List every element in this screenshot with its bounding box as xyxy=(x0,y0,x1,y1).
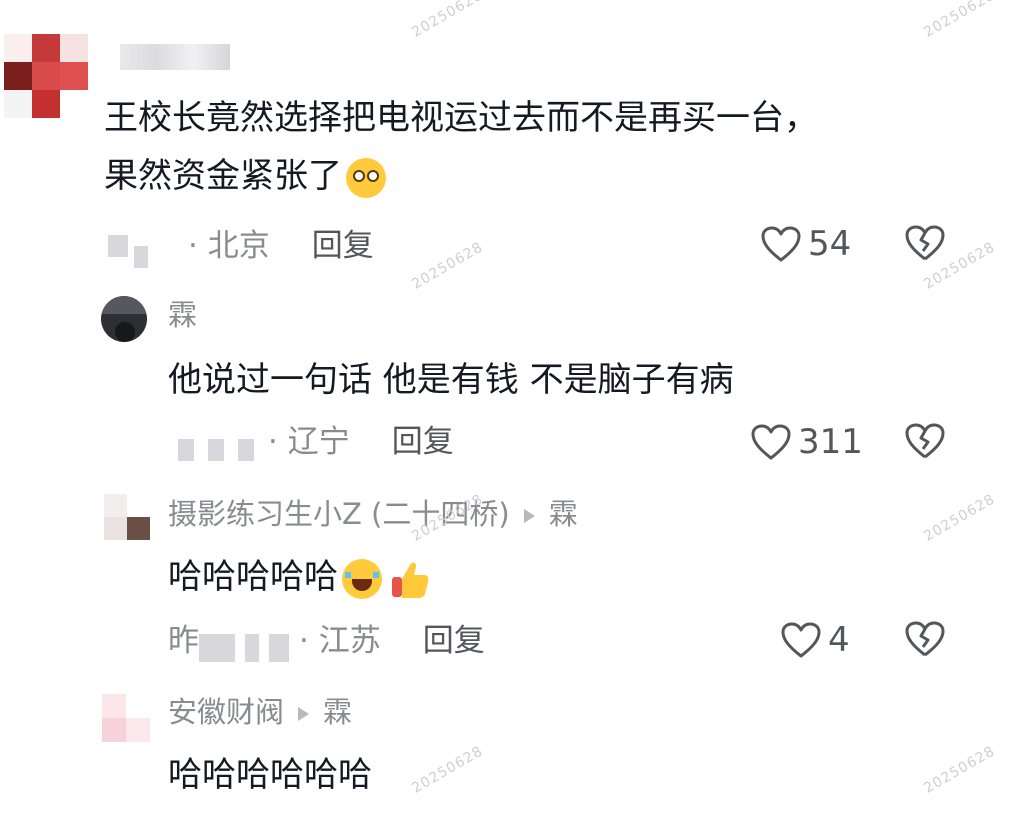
reply-arrow-icon xyxy=(523,509,535,523)
rolling-eyes-emoji-icon xyxy=(346,157,386,198)
reply-button[interactable]: 回复 xyxy=(392,422,454,462)
dislike-broken-heart-icon[interactable] xyxy=(904,422,946,460)
comment-meta: 昨 · 江苏 回复 xyxy=(168,620,485,662)
avatar[interactable] xyxy=(101,296,147,342)
reply-button[interactable]: 回复 xyxy=(423,621,485,661)
watermark: 20250628 xyxy=(921,0,998,41)
location-label: · 江苏 xyxy=(299,623,381,659)
reply-arrow-icon xyxy=(298,707,310,721)
username-row: 摄影练习生小Z (二十四桥) 霖 xyxy=(168,496,578,532)
comment-meta: · 辽宁 回复 xyxy=(178,422,454,462)
watermark: 20250628 xyxy=(409,239,486,293)
watermark: 20250628 xyxy=(921,743,998,797)
watermark: 20250628 xyxy=(409,0,486,41)
username-row: 安徽财阀 霖 xyxy=(168,694,352,730)
comment-text-line-2: 果然资金紧张了 xyxy=(104,147,818,205)
watermark: 20250628 xyxy=(921,491,998,545)
watermark: 20250628 xyxy=(409,743,486,797)
username[interactable]: 安徽财阀 xyxy=(168,695,284,729)
comment-text-content: 哈哈哈哈哈 xyxy=(168,557,338,597)
dislike-broken-heart-icon[interactable] xyxy=(904,224,946,262)
comment-meta: · 北京 回复 xyxy=(108,224,374,268)
comment-text: 王校长竟然选择把电视运过去而不是再买一台， 果然资金紧张了 xyxy=(104,89,818,205)
timestamp-blurred xyxy=(178,439,194,461)
heart-icon xyxy=(761,226,801,262)
timestamp-blurred-2 xyxy=(208,439,224,461)
reply-button[interactable]: 回复 xyxy=(312,226,374,266)
timestamp-prefix: 昨 xyxy=(168,623,199,659)
like-button[interactable]: 311 xyxy=(750,422,863,462)
like-count: 311 xyxy=(798,422,863,462)
thumbs-up-icon xyxy=(392,562,429,598)
comment-text-line-2-text: 果然资金紧张了 xyxy=(104,156,342,196)
timestamp-blurred-3 xyxy=(269,634,289,662)
timestamp-blurred-2 xyxy=(134,246,148,268)
like-button[interactable]: 4 xyxy=(780,620,850,660)
timestamp-blurred-2 xyxy=(245,634,259,662)
timestamp-blurred-3 xyxy=(238,439,254,461)
comment-text: 哈哈哈哈哈 xyxy=(168,548,432,606)
heart-icon xyxy=(751,424,791,460)
avatar[interactable] xyxy=(102,694,150,742)
avatar[interactable] xyxy=(104,494,150,540)
comment-text-line-1: 王校长竟然选择把电视运过去而不是再买一台， xyxy=(104,98,818,138)
heart-icon xyxy=(781,622,821,658)
username[interactable]: 霖 xyxy=(168,297,197,333)
like-count: 4 xyxy=(828,620,850,660)
reply-to-username[interactable]: 霖 xyxy=(549,497,578,531)
username-blurred[interactable] xyxy=(120,44,230,70)
location-label: · 辽宁 xyxy=(268,424,350,460)
comment-text: 他说过一句话 他是有钱 不是脑子有病 xyxy=(168,360,734,400)
timestamp-blurred xyxy=(108,235,128,257)
crying-laughing-emoji-icon xyxy=(342,558,382,599)
dislike-broken-heart-icon[interactable] xyxy=(904,620,946,658)
reply-to-username[interactable]: 霖 xyxy=(323,695,352,729)
location-label: · 北京 xyxy=(188,228,270,264)
like-button[interactable]: 54 xyxy=(760,224,851,264)
like-count: 54 xyxy=(808,224,852,264)
comment-text: 哈哈哈哈哈哈 xyxy=(168,755,372,795)
timestamp-blurred xyxy=(199,634,235,662)
avatar[interactable] xyxy=(4,34,88,118)
